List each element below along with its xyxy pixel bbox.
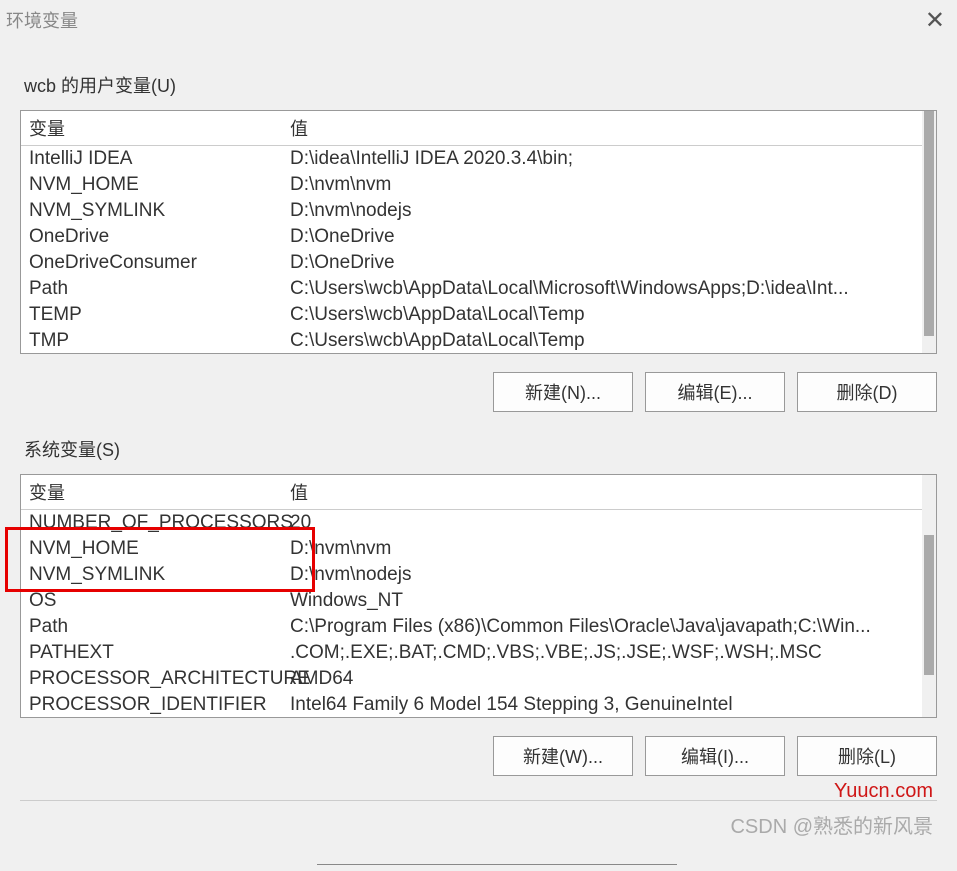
table-row[interactable]: TEMPC:\Users\wcb\AppData\Local\Temp bbox=[21, 302, 922, 328]
system-vars-listbox[interactable]: 变量 值 NUMBER_OF_PROCESSORS20NVM_HOMED:\nv… bbox=[20, 474, 937, 718]
cell-value: D:\nvm\nvm bbox=[286, 174, 922, 196]
cell-value: D:\nvm\nodejs bbox=[286, 200, 922, 222]
cell-variable: TMP bbox=[21, 330, 286, 352]
cell-value: D:\OneDrive bbox=[286, 252, 922, 274]
cell-value: Intel64 Family 6 Model 154 Stepping 3, G… bbox=[286, 694, 922, 716]
cell-variable: NVM_HOME bbox=[21, 174, 286, 196]
table-row[interactable]: NVM_SYMLINKD:\nvm\nodejs bbox=[21, 562, 922, 588]
cell-variable: OS bbox=[21, 590, 286, 612]
user-new-button[interactable]: 新建(N)... bbox=[493, 372, 633, 412]
cell-variable: PATHEXT bbox=[21, 642, 286, 664]
table-row[interactable]: PathC:\Users\wcb\AppData\Local\Microsoft… bbox=[21, 276, 922, 302]
table-row[interactable]: TMPC:\Users\wcb\AppData\Local\Temp bbox=[21, 328, 922, 353]
bottom-divider bbox=[317, 864, 677, 865]
scrollbar-thumb[interactable] bbox=[924, 111, 934, 336]
user-vars-listbox[interactable]: 变量 值 IntelliJ IDEAD:\idea\IntelliJ IDEA … bbox=[20, 110, 937, 354]
cell-variable: TEMP bbox=[21, 304, 286, 326]
table-row[interactable]: NUMBER_OF_PROCESSORS20 bbox=[21, 510, 922, 536]
user-vars-header[interactable]: 变量 值 bbox=[21, 111, 922, 146]
user-scrollbar[interactable] bbox=[922, 111, 936, 353]
table-row[interactable]: PathC:\Program Files (x86)\Common Files\… bbox=[21, 614, 922, 640]
table-row[interactable]: OneDriveConsumerD:\OneDrive bbox=[21, 250, 922, 276]
cell-value: .COM;.EXE;.BAT;.CMD;.VBS;.VBE;.JS;.JSE;.… bbox=[286, 642, 922, 664]
cell-variable: PROCESSOR_IDENTIFIER bbox=[21, 694, 286, 716]
table-row[interactable]: OneDriveD:\OneDrive bbox=[21, 224, 922, 250]
table-row[interactable]: PROCESSOR_ARCHITECTUREAMD64 bbox=[21, 666, 922, 692]
cell-value: C:\Users\wcb\AppData\Local\Temp bbox=[286, 304, 922, 326]
cell-variable: NVM_SYMLINK bbox=[21, 200, 286, 222]
cell-variable: PROCESSOR_ARCHITECTURE bbox=[21, 668, 286, 690]
cell-value: D:\OneDrive bbox=[286, 226, 922, 248]
header-value[interactable]: 值 bbox=[286, 115, 922, 141]
cell-variable: Path bbox=[21, 278, 286, 300]
system-new-button[interactable]: 新建(W)... bbox=[493, 736, 633, 776]
table-row[interactable]: PATHEXT.COM;.EXE;.BAT;.CMD;.VBS;.VBE;.JS… bbox=[21, 640, 922, 666]
table-row[interactable]: IntelliJ IDEAD:\idea\IntelliJ IDEA 2020.… bbox=[21, 146, 922, 172]
dialog-content: wcb 的用户变量(U) 变量 值 IntelliJ IDEAD:\idea\I… bbox=[0, 40, 957, 821]
user-delete-button[interactable]: 删除(D) bbox=[797, 372, 937, 412]
user-buttons: 新建(N)... 编辑(E)... 删除(D) bbox=[20, 372, 937, 412]
header-variable[interactable]: 变量 bbox=[21, 115, 286, 141]
divider bbox=[20, 800, 937, 801]
system-delete-button[interactable]: 删除(L) bbox=[797, 736, 937, 776]
cell-variable: Path bbox=[21, 616, 286, 638]
window-title: 环境变量 bbox=[6, 7, 78, 33]
cell-variable: NVM_SYMLINK bbox=[21, 564, 286, 586]
cell-variable: OneDrive bbox=[21, 226, 286, 248]
system-buttons: 新建(W)... 编辑(I)... 删除(L) bbox=[20, 736, 937, 776]
cell-variable: NUMBER_OF_PROCESSORS bbox=[21, 512, 286, 534]
cell-value: D:\nvm\nodejs bbox=[286, 564, 922, 586]
user-edit-button[interactable]: 编辑(E)... bbox=[645, 372, 785, 412]
table-row[interactable]: PROCESSOR_IDENTIFIERIntel64 Family 6 Mod… bbox=[21, 692, 922, 717]
system-edit-button[interactable]: 编辑(I)... bbox=[645, 736, 785, 776]
table-row[interactable]: OSWindows_NT bbox=[21, 588, 922, 614]
cell-value: 20 bbox=[286, 512, 922, 534]
cell-value: C:\Users\wcb\AppData\Local\Temp bbox=[286, 330, 922, 352]
cell-value: C:\Users\wcb\AppData\Local\Microsoft\Win… bbox=[286, 278, 922, 300]
scrollbar-thumb[interactable] bbox=[924, 535, 934, 675]
cell-variable: NVM_HOME bbox=[21, 538, 286, 560]
user-vars-label: wcb 的用户变量(U) bbox=[24, 72, 937, 98]
header-variable[interactable]: 变量 bbox=[21, 479, 286, 505]
system-vars-header[interactable]: 变量 值 bbox=[21, 475, 922, 510]
table-row[interactable]: NVM_HOMED:\nvm\nvm bbox=[21, 172, 922, 198]
cell-value: D:\idea\IntelliJ IDEA 2020.3.4\bin; bbox=[286, 148, 922, 170]
system-vars-label: 系统变量(S) bbox=[24, 436, 937, 462]
close-icon[interactable]: ✕ bbox=[925, 6, 945, 35]
watermark-site: Yuucn.com bbox=[834, 780, 933, 803]
watermark-csdn: CSDN @熟悉的新风景 bbox=[730, 810, 933, 839]
titlebar: 环境变量 ✕ bbox=[0, 0, 957, 40]
header-value[interactable]: 值 bbox=[286, 479, 922, 505]
table-row[interactable]: NVM_SYMLINKD:\nvm\nodejs bbox=[21, 198, 922, 224]
cell-value: D:\nvm\nvm bbox=[286, 538, 922, 560]
table-row[interactable]: NVM_HOMED:\nvm\nvm bbox=[21, 536, 922, 562]
cell-value: C:\Program Files (x86)\Common Files\Orac… bbox=[286, 616, 922, 638]
cell-value: AMD64 bbox=[286, 668, 922, 690]
cell-variable: IntelliJ IDEA bbox=[21, 148, 286, 170]
cell-value: Windows_NT bbox=[286, 590, 922, 612]
system-scrollbar[interactable] bbox=[922, 475, 936, 717]
cell-variable: OneDriveConsumer bbox=[21, 252, 286, 274]
